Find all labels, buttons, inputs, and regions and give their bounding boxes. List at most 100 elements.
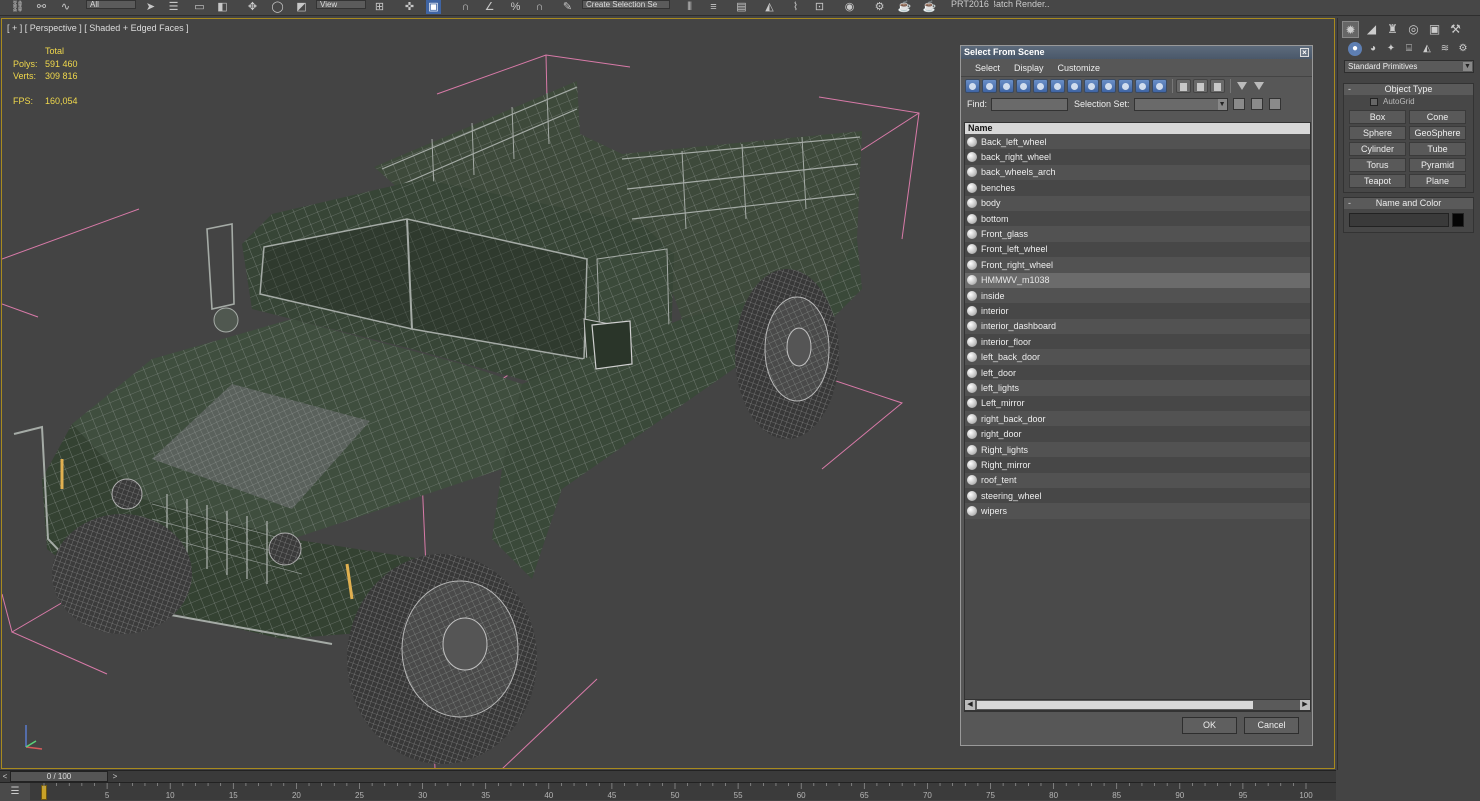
object-list-item[interactable]: interior_dashboard: [965, 318, 1310, 335]
primitive-button-plane[interactable]: Plane: [1409, 174, 1466, 188]
unlink-icon[interactable]: ⚯: [34, 0, 49, 14]
display-spacewarps-icon[interactable]: [1050, 79, 1065, 93]
name-column-header[interactable]: Name: [965, 123, 1310, 134]
time-slider[interactable]: < 0 / 100 >: [0, 770, 1336, 782]
object-list-item[interactable]: Right_mirror: [965, 457, 1310, 473]
rendered-frame-icon[interactable]: ☕: [897, 0, 912, 14]
select-by-name-icon[interactable]: ☰: [166, 0, 181, 14]
object-color-swatch[interactable]: [1452, 213, 1464, 227]
object-list-item[interactable]: right_back_door: [965, 411, 1310, 427]
object-type-header[interactable]: - Object Type: [1344, 84, 1473, 95]
edit-named-selection-icon[interactable]: ✎: [560, 0, 575, 14]
filter-icon[interactable]: [1234, 79, 1249, 93]
display-xrefs-icon[interactable]: [1084, 79, 1099, 93]
lights-category-icon[interactable]: ✦: [1384, 42, 1398, 56]
bind-spacewarp-icon[interactable]: ∿: [58, 0, 73, 14]
primitive-button-cylinder[interactable]: Cylinder: [1349, 142, 1406, 156]
object-list-item[interactable]: back_right_wheel: [965, 149, 1310, 165]
primitive-button-torus[interactable]: Torus: [1349, 158, 1406, 172]
primitive-button-pyramid[interactable]: Pyramid: [1409, 158, 1466, 172]
selection-set-dropdown[interactable]: ▼: [1133, 97, 1228, 111]
spacewarps-category-icon[interactable]: ≋: [1438, 42, 1452, 56]
display-hidden-icon[interactable]: [1152, 79, 1167, 93]
object-list-item[interactable]: Front_left_wheel: [965, 241, 1310, 258]
display-lights-icon[interactable]: [999, 79, 1014, 93]
display-containers-icon[interactable]: [1118, 79, 1133, 93]
cameras-category-icon[interactable]: ⌸: [1402, 42, 1416, 56]
toggle-ribbon-icon[interactable]: ◭: [762, 0, 777, 14]
track-bar[interactable]: ☰ 5 10 15 20 25 30 35 40 45 50 55 60 65 70 75 80 85 90 95 1…: [0, 782, 1336, 801]
systems-category-icon[interactable]: ⚙: [1456, 42, 1470, 56]
spinner-snap-icon[interactable]: ∩: [532, 0, 547, 14]
object-list-item[interactable]: Back_left_wheel: [965, 134, 1310, 150]
rotate-icon[interactable]: ◯: [270, 0, 285, 14]
autogrid-checkbox[interactable]: [1370, 97, 1378, 106]
object-list-item[interactable]: left_lights: [965, 380, 1310, 396]
object-list-item[interactable]: Front_right_wheel: [965, 257, 1310, 273]
object-list-item[interactable]: bottom: [965, 210, 1310, 227]
display-geometry-icon[interactable]: [965, 79, 980, 93]
primitive-button-sphere[interactable]: Sphere: [1349, 126, 1406, 140]
object-list-item[interactable]: interior_floor: [965, 334, 1310, 350]
layer-explorer-icon[interactable]: ▤: [734, 0, 749, 14]
primitive-button-cone[interactable]: Cone: [1409, 110, 1466, 124]
batch-render-button[interactable]: Batch Render..: [994, 0, 1054, 9]
scrollbar-thumb[interactable]: [977, 701, 1253, 709]
curve-editor-icon[interactable]: ⌇: [788, 0, 803, 14]
horizontal-scrollbar[interactable]: ◀ ▶: [964, 699, 1311, 711]
display-frozen-icon[interactable]: [1135, 79, 1150, 93]
object-list-item[interactable]: left_back_door: [965, 349, 1310, 365]
snap-toggle-icon[interactable]: ∩: [458, 0, 473, 14]
link-icon[interactable]: ⛓: [10, 0, 25, 14]
pivot-icon[interactable]: ⊞: [372, 0, 387, 14]
time-slider-thumb[interactable]: 0 / 100: [10, 771, 108, 782]
name-color-header[interactable]: - Name and Color: [1344, 198, 1473, 209]
select-manipulate-icon[interactable]: ✜: [402, 0, 417, 14]
object-list-item[interactable]: back_wheels_arch: [965, 164, 1310, 181]
object-list-item[interactable]: inside: [965, 287, 1310, 304]
window-crossing-icon[interactable]: ◧: [215, 0, 230, 14]
selection-filter-dropdown[interactable]: All: [86, 0, 136, 9]
align-icon[interactable]: ≡: [706, 0, 721, 14]
angle-snap-icon[interactable]: ∠: [482, 0, 497, 14]
material-editor-icon[interactable]: ◉: [842, 0, 857, 14]
reference-coord-dropdown[interactable]: View: [316, 0, 366, 9]
mirror-icon[interactable]: ⫴: [682, 0, 697, 14]
named-selection-dropdown[interactable]: Create Selection Se: [582, 0, 670, 9]
ok-button[interactable]: OK: [1182, 717, 1237, 734]
render-production-icon[interactable]: ☕: [922, 0, 937, 14]
primitive-button-geosphere[interactable]: GeoSphere: [1409, 126, 1466, 140]
scroll-right-icon[interactable]: ▶: [1300, 700, 1310, 710]
helpers-category-icon[interactable]: ◭: [1420, 42, 1434, 56]
object-list-item[interactable]: HMMWV_m1038: [965, 272, 1310, 288]
keyboard-shortcut-icon[interactable]: ▣: [426, 0, 441, 14]
object-name-field[interactable]: [1349, 213, 1449, 227]
object-list-item[interactable]: right_door: [965, 426, 1310, 442]
display-tab-icon[interactable]: ▣: [1426, 21, 1443, 38]
object-list-item[interactable]: left_door: [965, 364, 1310, 381]
modify-tab-icon[interactable]: ◢: [1363, 21, 1380, 38]
scroll-left-icon[interactable]: ◀: [965, 700, 975, 710]
create-tab-icon[interactable]: ✹: [1342, 20, 1359, 38]
close-icon[interactable]: ×: [1300, 48, 1309, 57]
region-select-icon[interactable]: ▭: [192, 0, 207, 14]
select-invert-icon[interactable]: [1210, 79, 1225, 93]
find-input[interactable]: [991, 97, 1069, 111]
display-cameras-icon[interactable]: [1016, 79, 1031, 93]
mini-curve-editor-icon[interactable]: ☰: [0, 783, 30, 801]
select-none-icon[interactable]: [1193, 79, 1208, 93]
autogrid-checkbox-row[interactable]: AutoGrid: [1344, 95, 1473, 108]
object-list-item[interactable]: Right_lights: [965, 441, 1310, 458]
primitive-button-teapot[interactable]: Teapot: [1349, 174, 1406, 188]
scale-icon[interactable]: ◩: [294, 0, 309, 14]
remove-from-selection-set-icon[interactable]: [1268, 98, 1281, 110]
object-list-item[interactable]: Front_glass: [965, 226, 1310, 242]
display-helpers-icon[interactable]: [1033, 79, 1048, 93]
primitive-button-tube[interactable]: Tube: [1409, 142, 1466, 156]
object-list[interactable]: Name Back_left_wheel back_right_wheel back…: [964, 122, 1311, 712]
renderer-label[interactable]: PRT2016: [951, 0, 989, 9]
render-setup-icon[interactable]: ⚙: [872, 0, 887, 14]
filter-options-icon[interactable]: [1251, 79, 1266, 93]
object-list-item[interactable]: body: [965, 195, 1310, 211]
menu-select[interactable]: Select: [975, 63, 1000, 73]
